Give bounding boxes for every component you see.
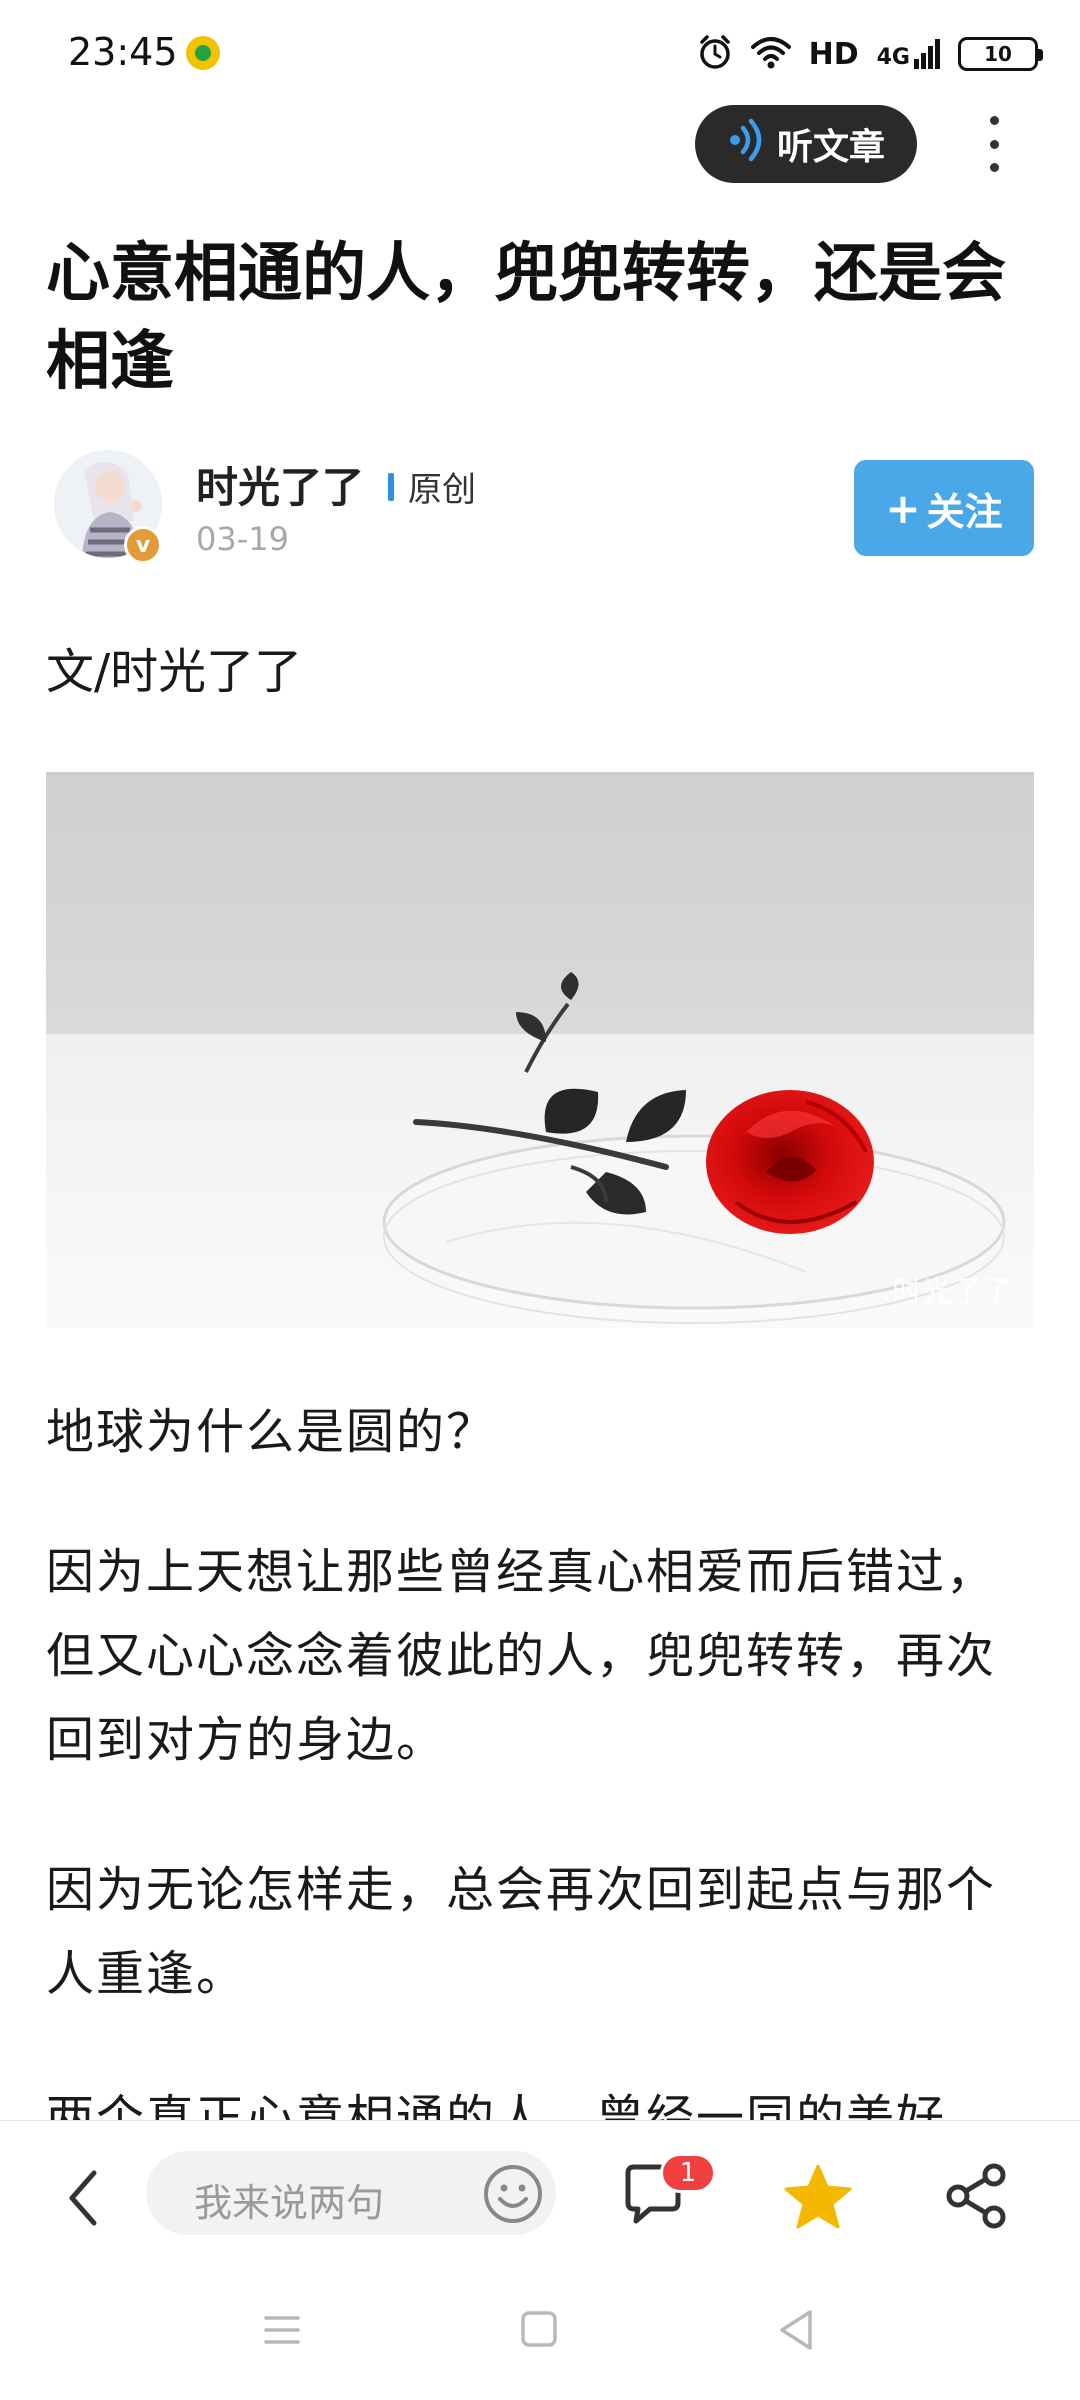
network-type: 4G (876, 45, 910, 70)
nav-back-icon[interactable] (774, 2308, 818, 2352)
original-marker (388, 472, 394, 501)
verified-badge-icon: v (124, 526, 162, 564)
emoji-icon[interactable] (482, 2163, 544, 2225)
post-date: 03-19 (196, 520, 289, 558)
system-nav-bar (0, 2274, 1080, 2400)
app-notification-icon (186, 36, 220, 70)
comment-input[interactable]: 我来说两句 (146, 2151, 556, 2235)
status-bar: 23:45 HD 4G 10 (0, 0, 1080, 106)
comment-placeholder: 我来说两句 (194, 2181, 385, 2225)
signal-icon: 4G (877, 39, 940, 69)
follow-label: 关注 (926, 489, 1003, 534)
sound-wave-icon (727, 118, 767, 171)
original-tag: 原创 (388, 462, 476, 511)
original-label: 原创 (408, 470, 476, 510)
article-byline: 文/时光了了 (46, 644, 303, 700)
article-title: 心意相通的人，兜兜转转，还是会相逢 (46, 237, 1006, 399)
wifi-icon (750, 35, 791, 73)
image-watermark: 时光了了 (892, 1276, 1012, 1309)
bottom-toolbar: 我来说两句 1 (0, 2120, 1080, 2275)
more-vertical-icon[interactable] (980, 116, 1008, 172)
battery-icon: 10 (958, 37, 1043, 71)
battery-level: 10 (984, 42, 1012, 66)
hd-label: HD (808, 36, 859, 72)
comment-count-badge: 1 (660, 2153, 716, 2193)
paragraph: 地球为什么是圆的？ (46, 1404, 497, 1460)
share-icon[interactable] (944, 2161, 1010, 2231)
article-image[interactable]: 时光了了 (46, 772, 1034, 1328)
listen-article-button[interactable]: 听文章 (695, 105, 917, 183)
plus-icon: + (885, 483, 921, 533)
paragraph: 因为上天想让那些曾经真心相爱而后错过，但又心心念念着彼此的人，兜兜转转，再次回到… (46, 1544, 997, 1768)
nav-home-icon[interactable] (520, 2310, 558, 2348)
status-icons: HD 4G 10 (697, 32, 1043, 76)
listen-label: 听文章 (776, 127, 885, 168)
author-name[interactable]: 时光了了 (196, 454, 364, 515)
star-icon[interactable] (782, 2161, 854, 2233)
status-time: 23:45 (68, 30, 178, 74)
article-page: 23:45 HD 4G 10 听文章 心意相通的人，兜兜转转，还是会相逢 v 时… (0, 0, 1080, 2400)
clock-icon (697, 34, 733, 74)
nav-menu-icon[interactable] (262, 2310, 302, 2350)
paragraph: 因为无论怎样走，总会再次回到起点与那个人重逢。 (46, 1862, 997, 2002)
back-chevron-icon[interactable] (58, 2163, 108, 2233)
follow-button[interactable]: + 关注 (854, 460, 1034, 556)
